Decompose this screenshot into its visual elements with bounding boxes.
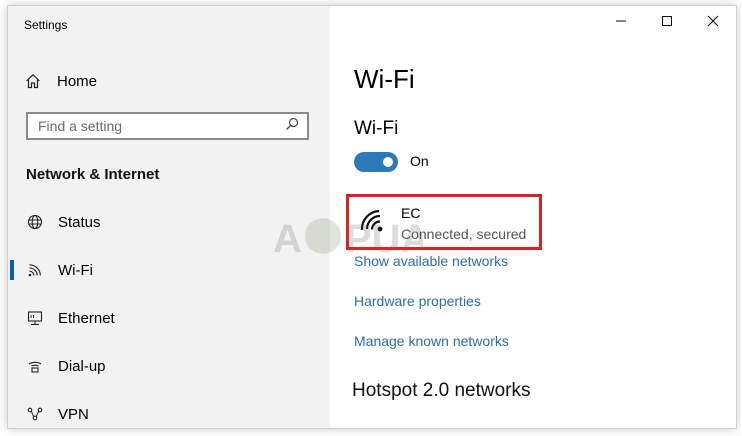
minimize-icon <box>615 14 627 32</box>
sidebar-item-label: Ethernet <box>58 309 115 327</box>
sidebar-item-status[interactable]: Status <box>8 202 330 242</box>
main-content: Wi-Fi Wi-Fi On EC Connected, secured Sho… <box>330 6 736 428</box>
ethernet-icon <box>26 309 44 327</box>
sidebar-item-label: Home <box>57 72 98 90</box>
search-box[interactable] <box>26 112 309 140</box>
window-controls <box>598 6 736 40</box>
wifi-signal-icon <box>360 208 390 236</box>
connected-network[interactable]: EC Connected, secured <box>346 194 542 250</box>
close-icon <box>707 14 719 32</box>
wifi-icon <box>26 261 44 279</box>
settings-window: Settings Home Network & Internet Status <box>8 6 736 428</box>
vpn-icon <box>26 405 44 423</box>
manage-known-networks-link[interactable]: Manage known networks <box>354 333 509 349</box>
wifi-section-title: Wi-Fi <box>354 118 399 139</box>
toggle-state-label: On <box>410 153 429 169</box>
network-name: EC <box>401 205 421 221</box>
sidebar-item-dialup[interactable]: Dial-up <box>8 346 330 386</box>
dialup-icon <box>26 357 44 375</box>
minimize-button[interactable] <box>598 6 644 40</box>
show-available-networks-link[interactable]: Show available networks <box>354 253 508 269</box>
globe-icon <box>26 213 44 231</box>
sidebar-item-vpn[interactable]: VPN <box>8 394 330 428</box>
search-icon[interactable] <box>285 117 299 136</box>
sidebar-item-ethernet[interactable]: Ethernet <box>8 298 330 338</box>
app-title: Settings <box>24 18 68 32</box>
sidebar-item-label: Status <box>58 213 101 231</box>
hardware-properties-link[interactable]: Hardware properties <box>354 293 481 309</box>
close-button[interactable] <box>690 6 736 40</box>
toggle-knob <box>383 157 393 167</box>
selection-indicator <box>10 260 14 280</box>
maximize-button[interactable] <box>644 6 690 40</box>
page-title: Wi-Fi <box>354 64 415 94</box>
sidebar: Settings Home Network & Internet Status <box>8 6 330 428</box>
sidebar-item-label: VPN <box>58 405 89 423</box>
sidebar-item-home[interactable]: Home <box>24 66 314 96</box>
hotspot-section-title: Hotspot 2.0 networks <box>352 380 531 401</box>
section-title: Network & Internet <box>26 166 160 183</box>
sidebar-item-label: Wi-Fi <box>58 261 93 279</box>
home-icon <box>24 72 42 90</box>
sidebar-item-wifi[interactable]: Wi-Fi <box>8 250 330 290</box>
network-status: Connected, secured <box>401 226 527 242</box>
search-input[interactable] <box>38 118 278 134</box>
sidebar-item-label: Dial-up <box>58 357 106 375</box>
maximize-icon <box>661 14 673 32</box>
wifi-toggle[interactable] <box>354 152 398 172</box>
